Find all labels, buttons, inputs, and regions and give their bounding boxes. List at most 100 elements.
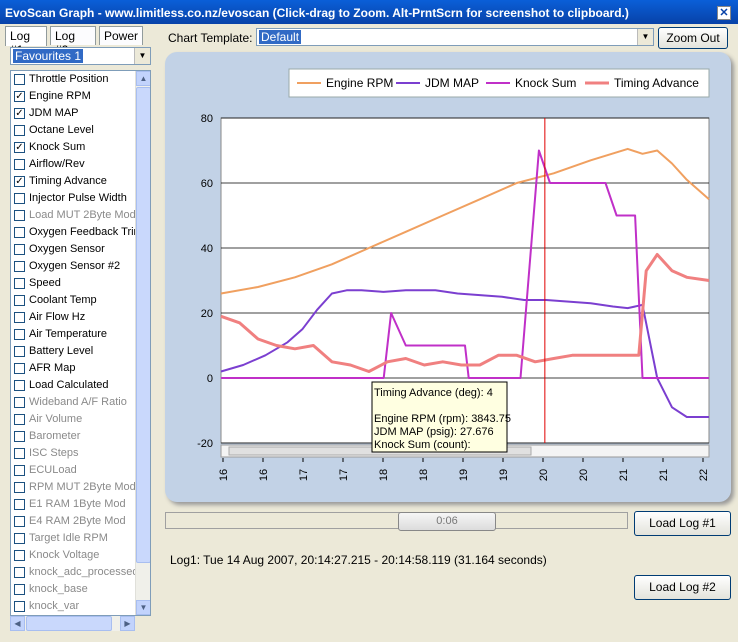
chevron-down-icon[interactable]: ▼ <box>134 48 150 64</box>
chart-template-select[interactable]: Default ▼ <box>256 28 654 46</box>
parameter-checkbox[interactable]: ✓ <box>14 176 25 187</box>
list-item[interactable]: Octane Level <box>11 122 136 139</box>
parameter-checkbox[interactable] <box>14 465 25 476</box>
scroll-down-icon[interactable]: ▼ <box>136 600 150 615</box>
list-item[interactable]: AFR Map <box>11 360 136 377</box>
list-item[interactable]: knock_adc_processed <box>11 564 136 581</box>
list-item[interactable]: Oxygen Sensor #2 <box>11 258 136 275</box>
list-item[interactable]: Oxygen Feedback Trim <box>11 224 136 241</box>
favourites-select[interactable]: Favourites 1 ▼ <box>10 47 151 65</box>
list-item[interactable]: RPM MUT 2Byte Mod <box>11 479 136 496</box>
parameter-label: knock_var <box>29 600 80 612</box>
list-item[interactable]: knock_base <box>11 581 136 598</box>
chart-template-value: Default <box>259 30 302 44</box>
scroll-right-icon[interactable]: ▶ <box>120 616 135 631</box>
parameter-checkbox[interactable] <box>14 363 25 374</box>
list-item[interactable]: ISC Steps <box>11 445 136 462</box>
tab-log-2[interactable]: Log #2 <box>50 26 96 57</box>
list-item[interactable]: Wideband A/F Ratio <box>11 394 136 411</box>
load-log-2-button[interactable]: Load Log #2 <box>634 575 731 600</box>
parameter-checkbox[interactable] <box>14 227 25 238</box>
scroll-thumb[interactable] <box>136 87 150 563</box>
parameter-label: Target Idle RPM <box>29 532 108 544</box>
y-tick-label: 20 <box>201 308 213 320</box>
parameter-checkbox[interactable] <box>14 193 25 204</box>
tab-log-1[interactable]: Log #1 <box>5 26 47 57</box>
parameter-checkbox[interactable] <box>14 567 25 578</box>
parameter-checkbox[interactable] <box>14 380 25 391</box>
list-item[interactable]: ✓ Engine RPM <box>11 88 136 105</box>
parameter-checkbox[interactable] <box>14 278 25 289</box>
list-item[interactable]: Air Temperature <box>11 326 136 343</box>
list-item[interactable]: Barometer <box>11 428 136 445</box>
scroll-left-icon[interactable]: ◀ <box>10 616 25 631</box>
parameter-list-hscrollbar[interactable]: ◀ ▶ <box>10 616 135 631</box>
list-item[interactable]: Load Calculated <box>11 377 136 394</box>
parameter-checkbox[interactable] <box>14 329 25 340</box>
parameter-list[interactable]: Throttle Position ✓ Engine RPM ✓ JDM MAP Octa… <box>10 70 151 616</box>
x-tick-label: 20 <box>578 469 590 481</box>
x-tick-label: 18 <box>378 469 390 481</box>
tab-power[interactable]: Power <box>99 26 143 45</box>
scroll-up-icon[interactable]: ▲ <box>136 71 150 86</box>
parameter-checkbox[interactable] <box>14 210 25 221</box>
parameter-checkbox[interactable] <box>14 125 25 136</box>
parameter-checkbox[interactable] <box>14 431 25 442</box>
zoom-out-button[interactable]: Zoom Out <box>658 27 728 49</box>
parameter-checkbox[interactable]: ✓ <box>14 142 25 153</box>
parameter-checkbox[interactable] <box>14 516 25 527</box>
parameter-label: Airflow/Rev <box>29 158 85 170</box>
parameter-checkbox[interactable] <box>14 74 25 85</box>
load-log-1-button[interactable]: Load Log #1 <box>634 511 731 536</box>
chart[interactable]: -20 0 20 40 60 80 16 16 17 17 18 18 19 19 20 20 21 21 22 En… <box>165 52 731 502</box>
list-item[interactable]: ECULoad <box>11 462 136 479</box>
x-tick-label: 16 <box>218 469 230 481</box>
parameter-checkbox[interactable] <box>14 346 25 357</box>
parameter-checkbox[interactable]: ✓ <box>14 108 25 119</box>
parameter-checkbox[interactable] <box>14 601 25 612</box>
close-icon[interactable]: ✕ <box>717 6 731 20</box>
parameter-label: Wideband A/F Ratio <box>29 396 127 408</box>
parameter-checkbox[interactable] <box>14 550 25 561</box>
list-item[interactable]: Injector Pulse Width <box>11 190 136 207</box>
list-item[interactable]: ✓ Knock Sum <box>11 139 136 156</box>
parameter-label: ISC Steps <box>29 447 79 459</box>
parameter-checkbox[interactable] <box>14 533 25 544</box>
list-item[interactable]: Oxygen Sensor <box>11 241 136 258</box>
parameter-checkbox[interactable] <box>14 244 25 255</box>
list-item[interactable]: Load MUT 2Byte Mod <box>11 207 136 224</box>
list-item[interactable]: Battery Level <box>11 343 136 360</box>
parameter-checkbox[interactable] <box>14 295 25 306</box>
parameter-list-scrollbar[interactable]: ▲ ▼ <box>135 71 150 615</box>
list-item[interactable]: Air Flow Hz <box>11 309 136 326</box>
timeline-thumb[interactable]: 0:06 <box>398 512 496 531</box>
list-item[interactable]: E1 RAM 1Byte Mod <box>11 496 136 513</box>
timeline-slider[interactable]: 0:06 <box>165 512 628 531</box>
parameter-checkbox[interactable]: ✓ <box>14 91 25 102</box>
list-item[interactable]: Speed <box>11 275 136 292</box>
list-item[interactable]: ✓ Timing Advance <box>11 173 136 190</box>
parameter-checkbox[interactable] <box>14 448 25 459</box>
list-item[interactable]: knock_var <box>11 598 136 615</box>
list-item[interactable]: Airflow/Rev <box>11 156 136 173</box>
parameter-checkbox[interactable] <box>14 414 25 425</box>
parameter-checkbox[interactable] <box>14 499 25 510</box>
x-tick-label: 21 <box>618 469 630 481</box>
list-item[interactable]: E4 RAM 2Byte Mod <box>11 513 136 530</box>
list-item[interactable]: Target Idle RPM <box>11 530 136 547</box>
window-title: EvoScan Graph - www.limitless.co.nz/evos… <box>0 0 738 24</box>
chevron-down-icon[interactable]: ▼ <box>637 29 653 45</box>
list-item[interactable]: Throttle Position <box>11 71 136 88</box>
parameter-checkbox[interactable] <box>14 261 25 272</box>
list-item[interactable]: Coolant Temp <box>11 292 136 309</box>
hscroll-thumb[interactable] <box>26 616 112 631</box>
list-item[interactable]: Air Volume <box>11 411 136 428</box>
parameter-checkbox[interactable] <box>14 312 25 323</box>
parameter-checkbox[interactable] <box>14 159 25 170</box>
parameter-checkbox[interactable] <box>14 584 25 595</box>
parameter-checkbox[interactable] <box>14 482 25 493</box>
list-item[interactable]: ✓ JDM MAP <box>11 105 136 122</box>
list-item[interactable]: Knock Voltage <box>11 547 136 564</box>
parameter-checkbox[interactable] <box>14 397 25 408</box>
parameter-label: Oxygen Feedback Trim <box>29 226 136 238</box>
